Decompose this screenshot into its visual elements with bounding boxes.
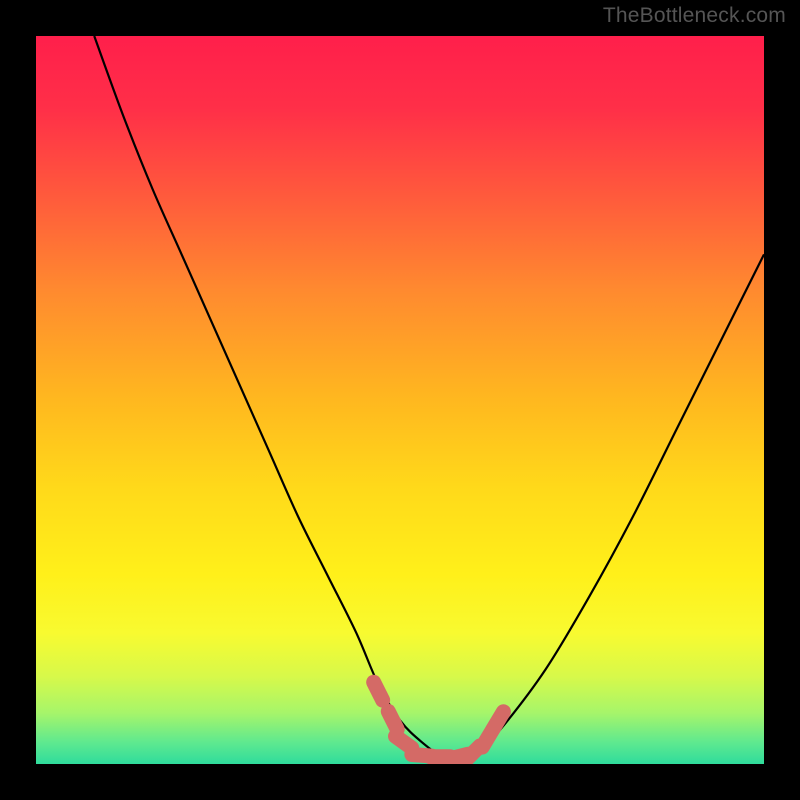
curve-marker <box>374 682 383 700</box>
curve-marker <box>396 736 412 748</box>
gradient-background <box>36 36 764 764</box>
frame: TheBottleneck.com <box>0 0 800 800</box>
chart-svg <box>36 36 764 764</box>
curve-marker <box>493 712 503 729</box>
plot-area <box>36 36 764 764</box>
watermark-text: TheBottleneck.com <box>603 4 786 28</box>
curve-marker <box>388 711 397 729</box>
